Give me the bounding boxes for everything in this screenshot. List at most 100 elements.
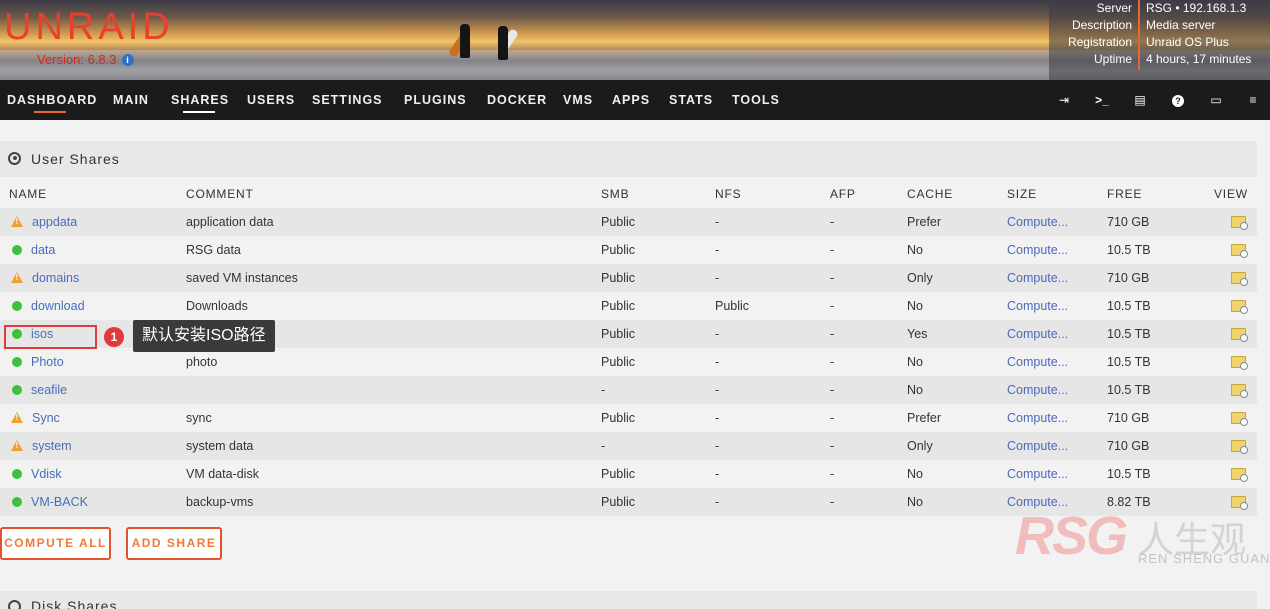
cell-size[interactable]: Compute...: [1007, 411, 1068, 425]
share-name-link[interactable]: Sync: [32, 411, 60, 425]
warning-icon: [11, 272, 23, 283]
folder-view-icon[interactable]: [1231, 244, 1248, 258]
share-name-link[interactable]: system: [32, 439, 72, 453]
folder-view-icon[interactable]: [1231, 356, 1248, 370]
cell-size[interactable]: Compute...: [1007, 299, 1068, 313]
cell-size[interactable]: Compute...: [1007, 215, 1068, 229]
nav-main[interactable]: MAIN: [113, 93, 149, 107]
nav-vms[interactable]: VMS: [563, 93, 593, 107]
cell-smb: Public: [601, 411, 636, 425]
cell-size[interactable]: Compute...: [1007, 271, 1068, 285]
nav-active-underline: [183, 111, 215, 113]
status-ok-icon: [12, 301, 22, 311]
cell-afp: -: [830, 271, 835, 285]
cell-comment: application data: [186, 215, 274, 229]
table-row: domains saved VM instances Public - - Only Com…: [0, 264, 1257, 292]
share-name-link[interactable]: download: [31, 299, 85, 313]
cell-afp: -: [830, 243, 835, 257]
add-share-button[interactable]: ADD SHARE: [126, 527, 222, 560]
folder-view-icon[interactable]: [1231, 216, 1248, 230]
annotation-highlight-box: [4, 325, 97, 349]
cell-nfs: -: [715, 439, 720, 453]
share-name-link[interactable]: data: [31, 243, 55, 257]
share-name-link[interactable]: VM-BACK: [31, 495, 88, 509]
cell-comment: Downloads: [186, 299, 248, 313]
watermark-brand: RSG: [1015, 506, 1128, 566]
cell-nfs: -: [715, 215, 720, 229]
cell-comment: VM data-disk: [186, 467, 259, 481]
registration-value[interactable]: Unraid OS Plus: [1146, 35, 1229, 49]
help-icon[interactable]: ?: [1171, 93, 1185, 107]
nav-settings[interactable]: SETTINGS: [312, 93, 383, 107]
share-name-link[interactable]: domains: [32, 271, 79, 285]
version-label: Version: 6.8.3 i: [37, 52, 134, 67]
nav-shares[interactable]: SHARES: [171, 93, 229, 107]
logout-icon[interactable]: ⇥: [1057, 93, 1071, 107]
folder-view-icon[interactable]: [1231, 328, 1248, 342]
cell-comment: RSG data: [186, 243, 241, 257]
cell-comment: backup-vms: [186, 495, 254, 509]
watermark-en: REN SHENG GUAN: [1138, 551, 1270, 566]
warning-icon: [11, 440, 23, 451]
info-icon[interactable]: i: [121, 54, 134, 66]
terminal-icon[interactable]: >_: [1095, 93, 1109, 107]
unraid-logo[interactable]: UNRAID: [4, 6, 174, 49]
nav-hover-underline: [34, 111, 66, 113]
cell-cache: Only: [907, 271, 933, 285]
cell-size[interactable]: Compute...: [1007, 383, 1068, 397]
nav-plugins[interactable]: PLUGINS: [404, 93, 467, 107]
main-nav: DASHBOARD MAIN SHARES USERS SETTINGS PLU…: [0, 80, 1270, 120]
header-banner: UNRAID Version: 6.8.3 i Server RSG • 192.…: [0, 0, 1270, 80]
share-name-link[interactable]: Photo: [31, 355, 64, 369]
cell-size[interactable]: Compute...: [1007, 467, 1068, 481]
cell-comment: sync: [186, 411, 212, 425]
log-icon[interactable]: ▤: [1133, 93, 1147, 107]
cell-size[interactable]: Compute...: [1007, 355, 1068, 369]
server-info-panel: Server RSG • 192.168.1.3 Description Med…: [1049, 0, 1270, 80]
table-row: system system data - - - Only Compute... 710 GB: [0, 432, 1257, 460]
share-name-link[interactable]: appdata: [32, 215, 77, 229]
disk-shares-header: Disk Shares: [0, 591, 1257, 609]
rsg-watermark: RSG 人生观 REN SHENG GUAN: [1015, 505, 1270, 566]
cell-afp: -: [830, 495, 835, 509]
folder-view-icon[interactable]: [1231, 272, 1248, 286]
cell-size[interactable]: Compute...: [1007, 439, 1068, 453]
cell-size[interactable]: Compute...: [1007, 243, 1068, 257]
nav-dashboard[interactable]: DASHBOARD: [7, 93, 97, 107]
cell-size[interactable]: Compute...: [1007, 327, 1068, 341]
cell-free: 10.5 TB: [1107, 299, 1151, 313]
user-shares-title: User Shares: [31, 151, 120, 167]
status-ok-icon: [12, 497, 22, 507]
folder-view-icon[interactable]: [1231, 384, 1248, 398]
compute-all-button[interactable]: COMPUTE ALL: [0, 527, 111, 560]
surfer-right: [498, 26, 508, 60]
cell-cache: No: [907, 299, 923, 313]
cell-afp: -: [830, 467, 835, 481]
cell-smb: -: [601, 383, 606, 397]
user-icon: [8, 152, 21, 165]
folder-view-icon[interactable]: [1231, 468, 1248, 482]
cell-nfs: -: [715, 467, 720, 481]
annotation-tooltip: 默认安装ISO路径: [133, 320, 275, 352]
cell-cache: Only: [907, 439, 933, 453]
menu-icon[interactable]: ≡: [1246, 93, 1260, 107]
share-name-link[interactable]: Vdisk: [31, 467, 62, 481]
folder-view-icon[interactable]: [1231, 440, 1248, 454]
col-size: SIZE: [1007, 187, 1037, 201]
cell-nfs: -: [715, 271, 720, 285]
nav-users[interactable]: USERS: [247, 93, 295, 107]
share-name-link[interactable]: seafile: [31, 383, 67, 397]
nav-apps[interactable]: APPS: [612, 93, 650, 107]
nav-stats[interactable]: STATS: [669, 93, 713, 107]
nav-docker[interactable]: DOCKER: [487, 93, 547, 107]
cell-free: 10.5 TB: [1107, 355, 1151, 369]
nav-tools[interactable]: TOOLS: [732, 93, 780, 107]
folder-view-icon[interactable]: [1231, 300, 1248, 314]
monitor-icon[interactable]: ▭: [1209, 93, 1223, 107]
surfer-left: [460, 24, 470, 58]
col-nfs: NFS: [715, 187, 742, 201]
cell-afp: -: [830, 439, 835, 453]
cell-free: 10.5 TB: [1107, 327, 1151, 341]
cell-smb: Public: [601, 355, 636, 369]
folder-view-icon[interactable]: [1231, 412, 1248, 426]
